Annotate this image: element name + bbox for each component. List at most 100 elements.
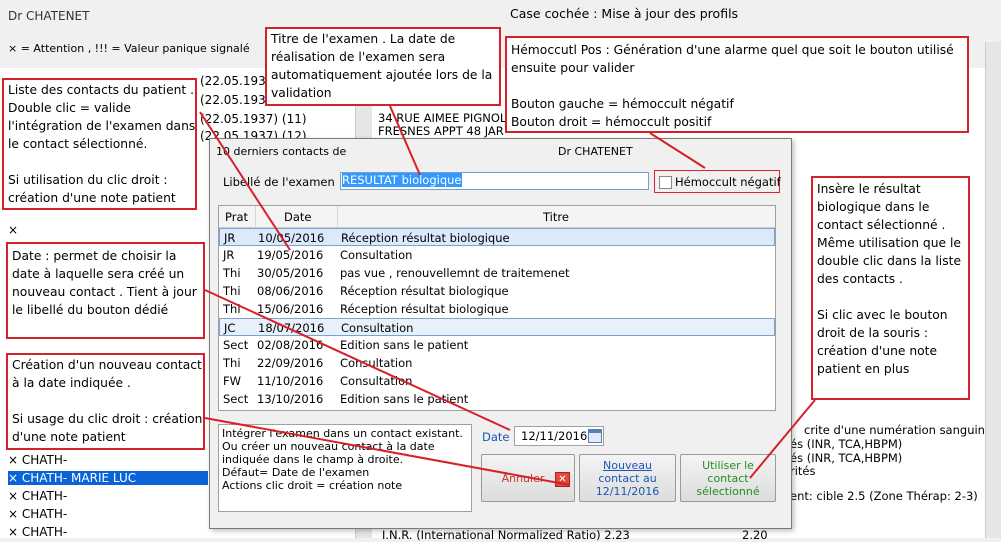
use-contact-label: sélectionné xyxy=(696,485,760,498)
table-row[interactable]: Sect 02/08/2016 Edition sans le patient xyxy=(219,336,775,354)
contacts-dialog: 10 derniers contacts de Dr CHATENET Libe… xyxy=(209,138,792,529)
cell-date: 02/08/2016 xyxy=(257,338,324,352)
note-line: Ou créer un nouveau contact à la date xyxy=(222,440,435,453)
right-scrollbar[interactable] xyxy=(985,42,1001,538)
list-item[interactable]: × CHATH- xyxy=(8,489,67,503)
result-line: és (INR, TCA,HBPM) xyxy=(790,437,903,451)
cell-titre: pas vue , renouvellemnt de traitemenet xyxy=(340,266,570,280)
callout-line: Bouton droit = hémoccult positif xyxy=(511,115,712,129)
callout-line: biologique dans le xyxy=(817,200,930,214)
table-header: Prat Date Titre xyxy=(219,206,775,228)
cell-titre: Réception résultat biologique xyxy=(340,284,509,298)
cancel-button[interactable]: Annuler ✕ xyxy=(481,454,575,502)
cell-date: 30/05/2016 xyxy=(257,266,324,280)
libelle-value: RESULTAT biologique xyxy=(342,173,462,187)
list-item[interactable]: × xyxy=(8,223,18,237)
callout-line: à la date indiquée . xyxy=(12,376,131,390)
hemoccult-checkbox[interactable]: Hémoccult négatif xyxy=(654,170,781,193)
date-value: 12/11/2016 xyxy=(521,429,588,443)
callout-line: création d'une note patient xyxy=(8,191,176,205)
callout-line: Hémoccutl Pos : Génération d'une alarme … xyxy=(511,43,954,57)
cell-titre: Réception résultat biologique xyxy=(340,302,509,316)
callout-insere: Insère le résultat biologique dans le co… xyxy=(811,176,970,400)
calendar-icon[interactable] xyxy=(588,429,602,443)
callout-line xyxy=(817,288,964,306)
use-contact-label: contact xyxy=(707,472,749,485)
table-row[interactable]: FW 11/10/2016 Consultation xyxy=(219,372,775,390)
cell-date: 18/07/2016 xyxy=(258,321,325,335)
note-line: Actions clic droit = création note xyxy=(222,479,403,492)
window-title: Dr CHATENET xyxy=(8,9,90,23)
table-row[interactable]: JC 18/07/2016 Consultation xyxy=(219,318,775,336)
callout-line: Même utilisation que le xyxy=(817,236,961,250)
inr-line: I.N.R. (International Normalized Ratio) … xyxy=(382,528,630,542)
list-item[interactable]: × CHATH- xyxy=(8,525,67,539)
result-line: rités xyxy=(790,464,816,478)
table-row[interactable]: Thi 30/05/2016 pas vue , renouvellemnt d… xyxy=(219,264,775,282)
table-row[interactable]: Thi 08/06/2016 Réception résultat biolog… xyxy=(219,282,775,300)
callout-line: droit de la souris : xyxy=(817,326,929,340)
new-contact-button[interactable]: Nouveau contact au 12/11/2016 xyxy=(579,454,676,502)
list-item-selected[interactable]: × CHATH- MARIE LUC xyxy=(8,471,208,485)
cell-titre: Consultation xyxy=(340,248,413,262)
callout-line: date à laquelle sera créé un xyxy=(12,267,185,281)
inr-value: 2.20 xyxy=(742,528,768,542)
help-note: Intégrer l'examen dans un contact exista… xyxy=(218,424,472,512)
contacts-table: Prat Date Titre JR 10/05/2016 Réception … xyxy=(218,205,776,411)
table-row[interactable]: Sect 13/10/2016 Edition sans le patient xyxy=(219,390,775,408)
cell-prat: JR xyxy=(223,248,235,262)
checkbox-box[interactable] xyxy=(659,176,672,189)
callout-line xyxy=(12,392,199,410)
cell-prat: FW xyxy=(223,374,241,388)
callout-line: ensuite pour valider xyxy=(511,61,635,75)
new-contact-label: contact au xyxy=(598,472,657,485)
list-item[interactable]: (22.05.1937) (11) xyxy=(200,112,307,126)
callout-contacts: Liste des contacts du patient . Double c… xyxy=(2,78,197,210)
cell-date: 11/10/2016 xyxy=(257,374,324,388)
date-picker[interactable]: 12/11/2016 xyxy=(514,426,604,446)
result-line: ent: cible 2.5 (Zone Thérap: 2-3) xyxy=(790,489,978,503)
callout-titre: Titre de l'examen . La date de réalisati… xyxy=(265,27,501,106)
table-row[interactable]: JR 10/05/2016 Réception résultat biologi… xyxy=(219,228,775,246)
dialog-title: 10 derniers contacts de xyxy=(216,145,347,158)
list-item[interactable]: × CHATH- xyxy=(8,507,67,521)
cell-titre: Réception résultat biologique xyxy=(341,231,510,245)
cell-prat: Thi xyxy=(223,284,241,298)
dialog-doctor: Dr CHATENET xyxy=(558,145,633,158)
hemoccult-label: Hémoccult négatif xyxy=(675,175,781,189)
use-contact-label: Utiliser le xyxy=(702,459,754,472)
cell-date: 15/06/2016 xyxy=(257,302,324,316)
callout-line: le contact sélectionné. xyxy=(8,137,148,151)
cell-titre: Consultation xyxy=(340,356,413,370)
callout-line: réalisation de l'examen sera xyxy=(271,50,446,64)
libelle-input[interactable]: RESULTAT biologique xyxy=(340,172,649,190)
cell-prat: JC xyxy=(224,321,236,335)
callout-line: Liste des contacts du patient . xyxy=(8,83,195,97)
callout-line: Si usage du clic droit : création xyxy=(12,412,203,426)
callout-line: Si utilisation du clic droit : xyxy=(8,173,168,187)
callout-line: contact sélectionné . xyxy=(817,218,946,232)
callout-line: le libellé du bouton dédié xyxy=(12,303,169,317)
cell-titre: Consultation xyxy=(341,321,414,335)
list-item[interactable]: × CHATH- xyxy=(8,453,67,467)
table-row[interactable]: Thi 15/06/2016 Réception résultat biolog… xyxy=(219,300,775,318)
table-row[interactable]: Thi 22/09/2016 Consultation xyxy=(219,354,775,372)
patient-address: 34 RUE AIMEE PIGNOL xyxy=(378,111,507,125)
callout-line: Bouton gauche = hémoccult négatif xyxy=(511,97,734,111)
cell-titre: Edition sans le patient xyxy=(340,392,469,406)
note-line: Défaut= Date de l'examen xyxy=(222,466,370,479)
use-selected-contact-button[interactable]: Utiliser le contact sélectionné xyxy=(680,454,776,502)
note-line: Intégrer l'examen dans un contact exista… xyxy=(222,427,463,440)
cell-prat: Thi xyxy=(223,356,241,370)
callout-line: patient en plus xyxy=(817,362,910,376)
callout-line: Si clic avec le bouton xyxy=(817,308,948,322)
close-icon: ✕ xyxy=(555,472,570,487)
cell-titre: Consultation xyxy=(340,374,413,388)
column-prat[interactable]: Prat xyxy=(225,210,248,224)
table-row[interactable]: JR 19/05/2016 Consultation xyxy=(219,246,775,264)
column-titre[interactable]: Titre xyxy=(543,210,569,224)
callout-line: Date : permet de choisir la xyxy=(12,249,177,263)
column-date[interactable]: Date xyxy=(284,210,312,224)
callout-line: Titre de l'examen . La date de xyxy=(271,32,456,46)
callout-line xyxy=(511,77,963,95)
